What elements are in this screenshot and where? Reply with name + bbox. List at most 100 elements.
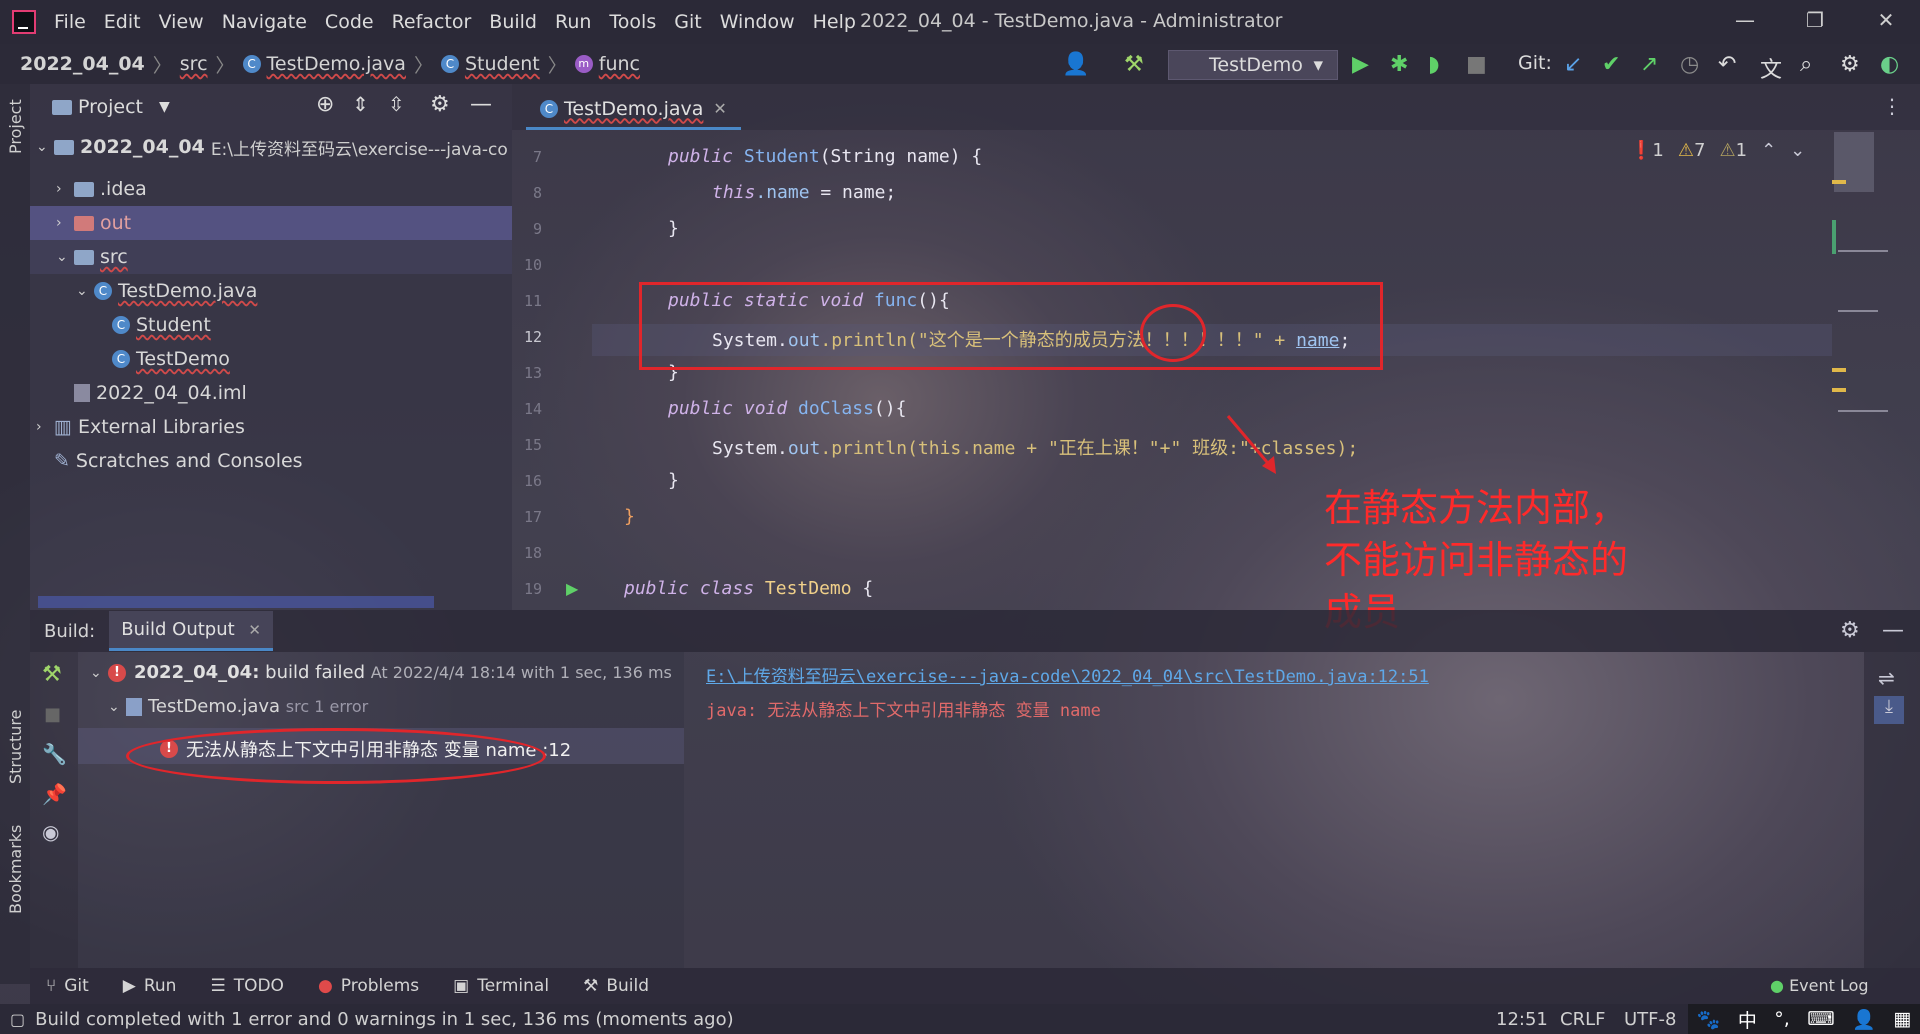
next-highlight-icon[interactable]: ⌄ — [1790, 140, 1805, 161]
tool-tab-build[interactable]: ⚒ Build — [583, 976, 649, 996]
previous-highlight-icon[interactable]: ⌃ — [1761, 140, 1776, 161]
minimize-icon[interactable]: — — [1725, 8, 1765, 32]
inspection-widget[interactable]: ❗1 ⚠7 ⚠1 ⌃ ⌄ — [1630, 140, 1805, 161]
tree-item-src[interactable]: ⌄ src — [30, 240, 512, 274]
pin-icon[interactable]: 📌 — [42, 782, 67, 806]
hide-icon[interactable]: — — [470, 92, 492, 117]
project-title[interactable]: Project — [78, 96, 143, 118]
chevron-down-icon[interactable]: ▼ — [159, 99, 170, 115]
intellij-logo-icon[interactable] — [12, 10, 36, 34]
bookmarks-tool-button[interactable]: Bookmarks — [6, 825, 25, 914]
tool-tab-git[interactable]: ⑂ Git — [46, 976, 89, 996]
menu-navigate[interactable]: Navigate — [222, 11, 307, 33]
user-icon[interactable]: 👤 — [1062, 52, 1089, 77]
stop-icon[interactable]: ■ — [44, 704, 61, 725]
structure-tool-button[interactable]: Structure — [6, 710, 25, 784]
more-icon[interactable]: ⋮ — [1882, 94, 1902, 118]
git-push-icon[interactable]: ↗ — [1640, 52, 1658, 77]
expand-all-icon[interactable]: ⇕ — [352, 92, 369, 116]
restore-icon[interactable]: ❐ — [1795, 8, 1835, 32]
breadcrumb-class[interactable]: Student — [465, 53, 540, 75]
tab-testdemo-java[interactable]: C TestDemo.java ✕ — [526, 90, 741, 130]
punctuation-icon[interactable]: °, — [1774, 1008, 1790, 1030]
translate-icon[interactable]: 文 — [1760, 52, 1782, 84]
tree-item-project-root[interactable]: ⌄ 2022_04_04 E:\上传资料至码云\exercise---java-… — [30, 130, 512, 164]
scroll-to-end-icon[interactable]: ⤓ — [1874, 696, 1904, 724]
tree-item-iml[interactable]: 2022_04_04.iml — [30, 376, 512, 410]
status-toggle-icon[interactable]: ▢ — [10, 1010, 25, 1029]
menu-build[interactable]: Build — [489, 11, 537, 33]
code-line-7: public Student(String name) { — [668, 146, 983, 167]
tab-build-output[interactable]: Build Output ✕ — [109, 611, 273, 651]
locate-icon[interactable]: ⊕ — [316, 92, 334, 117]
git-update-icon[interactable]: ↙ — [1564, 52, 1582, 77]
build-root-row[interactable]: ⌄ ! 2022_04_04: build failed At 2022/4/4… — [90, 662, 672, 683]
coverage-icon[interactable]: ◗ — [1428, 52, 1440, 77]
file-encoding[interactable]: UTF-8 — [1624, 1009, 1676, 1030]
debug-icon[interactable]: ✱ — [1390, 52, 1408, 77]
user-icon[interactable]: 👤 — [1852, 1008, 1876, 1031]
error-file-link[interactable]: E:\上传资料至码云\exercise---java-code\2022_04_… — [706, 662, 1429, 687]
search-icon[interactable]: ⌕ — [1800, 52, 1812, 77]
menu-tools[interactable]: Tools — [609, 11, 656, 33]
tree-item-student[interactable]: C Student — [30, 308, 512, 342]
history-icon[interactable]: ◷ — [1680, 52, 1699, 77]
close-tab-icon[interactable]: ✕ — [713, 99, 726, 118]
close-icon[interactable]: ✕ — [1866, 8, 1906, 32]
run-gutter-icon[interactable]: ▶ — [566, 579, 578, 598]
plugin-icon[interactable]: ◐ — [1880, 52, 1899, 77]
tree-item-out[interactable]: › out — [30, 206, 512, 240]
status-message[interactable]: Build completed with 1 error and 0 warni… — [35, 1009, 734, 1030]
menu-run[interactable]: Run — [555, 11, 591, 33]
hide-icon[interactable]: — — [1882, 618, 1904, 643]
tree-item-scratches[interactable]: ✎ Scratches and Consoles — [30, 444, 512, 478]
horizontal-scrollbar[interactable] — [38, 596, 434, 608]
collapse-all-icon[interactable]: ⇳ — [388, 92, 405, 116]
breadcrumb-src[interactable]: src — [180, 53, 208, 75]
rollback-icon[interactable]: ↶ — [1718, 52, 1736, 77]
line-separator[interactable]: CRLF — [1560, 1009, 1605, 1030]
build-file-row[interactable]: ⌄ TestDemo.java src 1 error — [108, 696, 368, 717]
tool-tab-terminal[interactable]: ▣ Terminal — [453, 976, 549, 996]
menu-edit[interactable]: Edit — [104, 11, 141, 33]
keyboard-icon[interactable]: ⌨ — [1807, 1008, 1834, 1030]
menu-refactor[interactable]: Refactor — [392, 11, 472, 33]
eye-icon[interactable]: ◉ — [42, 820, 59, 844]
minimap[interactable] — [1832, 130, 1920, 608]
tool-tab-problems[interactable]: ● Problems — [318, 976, 419, 996]
settings-icon[interactable]: ⚙ — [1840, 618, 1860, 643]
breadcrumb-project[interactable]: 2022_04_04 — [20, 53, 145, 75]
breadcrumb-file[interactable]: TestDemo.java — [267, 53, 406, 75]
tree-item-testdemo-java[interactable]: ⌄ C TestDemo.java — [30, 274, 512, 308]
menu-help[interactable]: Help — [813, 11, 856, 33]
breadcrumb-method[interactable]: func — [599, 53, 640, 75]
paw-icon[interactable]: 🐾 — [1697, 1008, 1721, 1031]
wrench-icon[interactable]: 🔧 — [42, 742, 67, 766]
menu-file[interactable]: File — [54, 11, 86, 33]
tool-tab-run[interactable]: ▶ Run — [123, 976, 177, 996]
git-commit-icon[interactable]: ✔ — [1602, 52, 1620, 77]
event-log-button[interactable]: ● Event Log — [1770, 976, 1869, 995]
caret-position[interactable]: 12:51 — [1496, 1009, 1548, 1030]
tree-item-idea[interactable]: › .idea — [30, 172, 512, 206]
settings-icon[interactable]: ⚙ — [1840, 52, 1860, 77]
stop-icon[interactable]: ■ — [1466, 52, 1487, 77]
menu-git[interactable]: Git — [674, 11, 701, 33]
build-hammer-icon[interactable]: ⚒ — [42, 662, 62, 687]
tree-item-testdemo[interactable]: C TestDemo — [30, 342, 512, 376]
close-tab-icon[interactable]: ✕ — [248, 621, 261, 639]
settings-icon[interactable]: ⚙ — [430, 92, 450, 117]
run-config-select[interactable]: TestDemo ▾ — [1168, 50, 1338, 80]
tool-tab-todo[interactable]: ☰ TODO — [210, 976, 284, 996]
build-hammer-icon[interactable]: ⚒ — [1124, 52, 1144, 77]
ime-indicator[interactable]: 中 — [1738, 1006, 1757, 1033]
run-icon[interactable]: ▶ — [1352, 52, 1369, 77]
tree-item-external-libraries[interactable]: › ▥ External Libraries — [30, 410, 512, 444]
menu-window[interactable]: Window — [720, 11, 795, 33]
project-tool-button[interactable]: Project — [6, 99, 25, 154]
soft-wrap-icon[interactable]: ⇌ — [1878, 666, 1895, 690]
menu-code[interactable]: Code — [325, 11, 374, 33]
menu-view[interactable]: View — [159, 11, 204, 33]
build-output-console[interactable]: E:\上传资料至码云\exercise---java-code\2022_04_… — [684, 652, 1864, 968]
grid-icon[interactable]: ▦ — [1893, 1008, 1911, 1030]
